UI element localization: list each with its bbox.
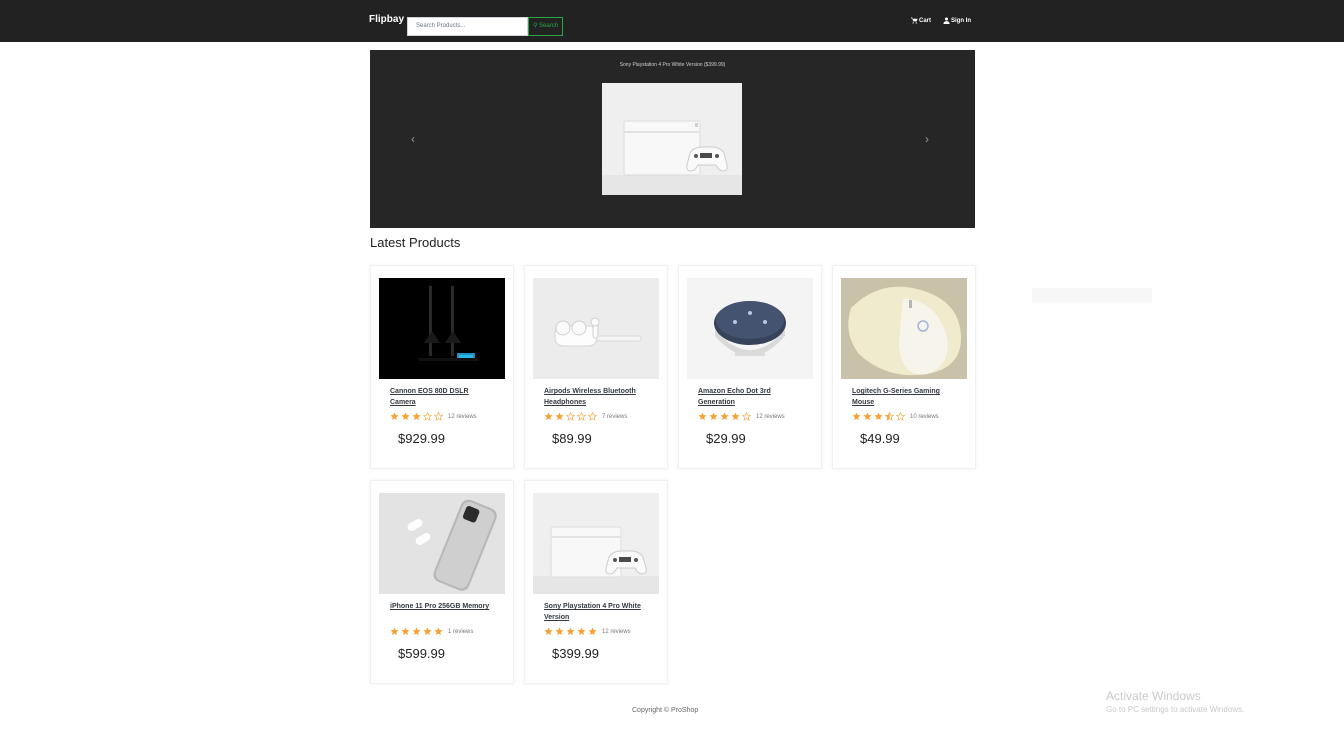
cart-icon bbox=[911, 17, 918, 24]
star-icon bbox=[566, 412, 575, 421]
star-icon bbox=[698, 412, 707, 421]
product-title-link[interactable]: Airpods Wireless Bluetooth Headphones bbox=[544, 386, 650, 408]
star-icon bbox=[423, 627, 432, 636]
star-icon bbox=[577, 412, 586, 421]
star-icon bbox=[423, 412, 432, 421]
product-card[interactable]: Logitech G-Series Gaming Mouse 10 reviews… bbox=[832, 265, 976, 469]
product-image[interactable] bbox=[379, 278, 505, 379]
product-title-link[interactable]: Cannon EOS 80D DSLR Camera bbox=[390, 386, 496, 408]
star-icon bbox=[588, 627, 597, 636]
carousel-next-button[interactable]: › bbox=[925, 132, 929, 146]
star-icon bbox=[588, 412, 597, 421]
windows-activation-watermark: Activate Windows Go to PC settings to ac… bbox=[1106, 689, 1244, 714]
product-image[interactable] bbox=[533, 493, 659, 594]
star-icon bbox=[885, 412, 894, 421]
review-count: 12 reviews bbox=[602, 628, 631, 635]
product-price: $49.99 bbox=[860, 431, 900, 446]
star-icon bbox=[544, 627, 553, 636]
product-image[interactable] bbox=[687, 278, 813, 379]
product-image[interactable] bbox=[533, 278, 659, 379]
product-card[interactable]: Sony Playstation 4 Pro White Version 12 r… bbox=[524, 480, 668, 684]
star-icon bbox=[577, 627, 586, 636]
product-title-link[interactable]: Logitech G-Series Gaming Mouse bbox=[852, 386, 958, 408]
product-title-link[interactable]: Amazon Echo Dot 3rd Generation bbox=[698, 386, 804, 408]
star-icon bbox=[852, 412, 861, 421]
copyright-text: Copyright © ProShop bbox=[632, 707, 699, 714]
brand-logo[interactable]: Flipbay bbox=[369, 14, 404, 25]
product-title-link[interactable]: iPhone 11 Pro 256GB Memory bbox=[390, 601, 496, 612]
star-icon bbox=[566, 627, 575, 636]
product-price: $599.99 bbox=[398, 646, 445, 661]
product-rating: 12 reviews bbox=[544, 627, 631, 636]
star-icon bbox=[544, 412, 553, 421]
product-card[interactable]: Amazon Echo Dot 3rd Generation 12 reviews… bbox=[678, 265, 822, 469]
star-icon bbox=[434, 412, 443, 421]
star-icon bbox=[896, 412, 905, 421]
product-card[interactable]: Cannon EOS 80D DSLR Camera 12 reviews $929… bbox=[370, 265, 514, 469]
product-carousel[interactable]: Sony Playstation 4 Pro White Version ($3… bbox=[370, 50, 975, 228]
search-button[interactable]: ⚲ Search bbox=[528, 17, 563, 36]
star-icon bbox=[731, 412, 740, 421]
product-title-link[interactable]: Sony Playstation 4 Pro White Version bbox=[544, 601, 650, 623]
carousel-caption[interactable]: Sony Playstation 4 Pro White Version ($3… bbox=[370, 62, 975, 68]
review-count: 12 reviews bbox=[756, 413, 785, 420]
review-count: 12 reviews bbox=[448, 413, 477, 420]
signin-label: Sign In bbox=[951, 17, 971, 24]
signin-link[interactable]: Sign In bbox=[943, 17, 971, 24]
star-icon bbox=[555, 412, 564, 421]
carousel-image[interactable] bbox=[602, 83, 742, 195]
star-icon bbox=[434, 627, 443, 636]
carousel-prev-button[interactable]: ‹ bbox=[411, 132, 415, 146]
cart-link[interactable]: Cart bbox=[911, 17, 931, 24]
product-card[interactable]: Airpods Wireless Bluetooth Headphones 7 r… bbox=[524, 265, 668, 469]
product-image[interactable] bbox=[379, 493, 505, 594]
product-image[interactable] bbox=[841, 278, 967, 379]
product-price: $399.99 bbox=[552, 646, 599, 661]
ghost-placeholder bbox=[1032, 288, 1152, 302]
product-rating: 12 reviews bbox=[698, 412, 785, 421]
star-icon bbox=[412, 627, 421, 636]
star-icon bbox=[863, 412, 872, 421]
product-rating: 10 reviews bbox=[852, 412, 939, 421]
navbar: Flipbay Search Products... ⚲ Search Cart… bbox=[0, 0, 1344, 42]
product-rating: 7 reviews bbox=[544, 412, 627, 421]
star-icon bbox=[555, 627, 564, 636]
star-icon bbox=[390, 627, 399, 636]
watermark-subtitle: Go to PC settings to activate Windows. bbox=[1106, 705, 1245, 714]
star-icon bbox=[401, 627, 410, 636]
search-button-label: Search bbox=[539, 23, 559, 29]
watermark-title: Activate Windows bbox=[1106, 689, 1201, 703]
product-card[interactable]: iPhone 11 Pro 256GB Memory 1 reviews $599.… bbox=[370, 480, 514, 684]
star-icon bbox=[412, 412, 421, 421]
search-input[interactable]: Search Products... bbox=[407, 17, 528, 36]
product-price: $29.99 bbox=[706, 431, 746, 446]
review-count: 7 reviews bbox=[602, 413, 628, 420]
review-count: 10 reviews bbox=[910, 413, 939, 420]
star-icon bbox=[390, 412, 399, 421]
star-icon bbox=[709, 412, 718, 421]
review-count: 1 reviews bbox=[448, 628, 474, 635]
product-price: $89.99 bbox=[552, 431, 592, 446]
star-icon bbox=[742, 412, 751, 421]
search-icon: ⚲ bbox=[532, 23, 538, 29]
product-rating: 12 reviews bbox=[390, 412, 477, 421]
product-price: $929.99 bbox=[398, 431, 445, 446]
star-icon bbox=[401, 412, 410, 421]
latest-products-heading: Latest Products bbox=[370, 235, 461, 250]
star-icon bbox=[874, 412, 883, 421]
user-icon bbox=[943, 17, 950, 24]
product-rating: 1 reviews bbox=[390, 627, 473, 636]
cart-label: Cart bbox=[919, 17, 932, 24]
star-icon bbox=[720, 412, 729, 421]
